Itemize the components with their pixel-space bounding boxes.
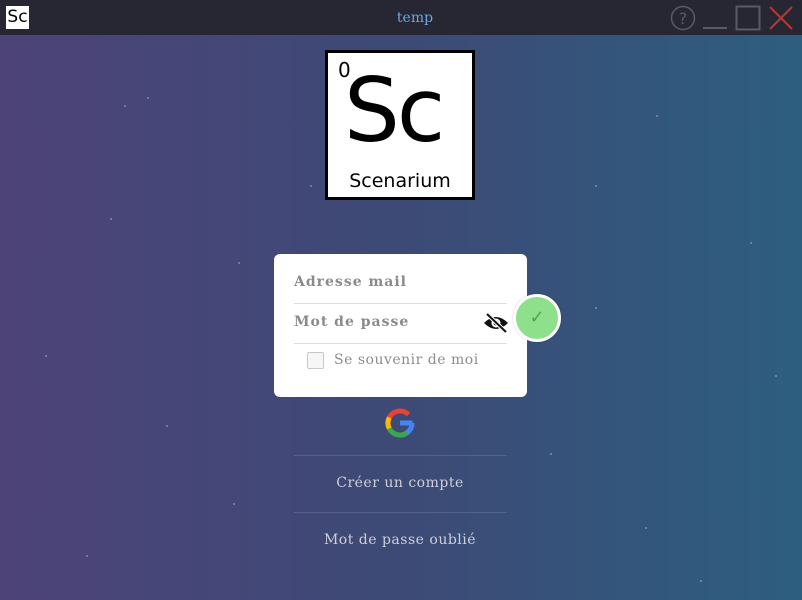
divider xyxy=(294,455,507,456)
remember-label: Se souvenir de moi xyxy=(334,352,479,368)
forgot-password-link[interactable]: Mot de passe oublié xyxy=(0,532,800,548)
svg-text:?: ? xyxy=(679,9,688,28)
help-icon[interactable]: ? xyxy=(670,5,696,31)
remember-me[interactable]: Se souvenir de moi xyxy=(307,350,479,370)
email-field-wrapper xyxy=(294,263,507,304)
eye-slash-icon[interactable] xyxy=(482,313,510,333)
google-icon[interactable] xyxy=(383,406,417,440)
close-icon[interactable] xyxy=(768,5,794,31)
submit-button[interactable]: ✓ xyxy=(513,294,561,342)
maximize-icon[interactable] xyxy=(735,5,761,31)
remember-checkbox[interactable] xyxy=(307,351,324,369)
password-field-wrapper xyxy=(294,303,510,344)
minimize-icon[interactable] xyxy=(702,5,728,31)
email-field[interactable] xyxy=(294,263,454,301)
title-bar: Sc temp ? xyxy=(0,0,802,35)
divider xyxy=(294,512,507,513)
check-icon: ✓ xyxy=(529,307,545,328)
scenarium-logo: 0 Sc Scenarium xyxy=(325,50,475,200)
create-account-link[interactable]: Créer un compte xyxy=(0,475,800,491)
password-field[interactable] xyxy=(294,303,454,341)
logo-symbol: Sc xyxy=(344,59,445,162)
login-card: Se souvenir de moi xyxy=(274,254,527,397)
logo-name: Scenarium xyxy=(349,170,451,192)
